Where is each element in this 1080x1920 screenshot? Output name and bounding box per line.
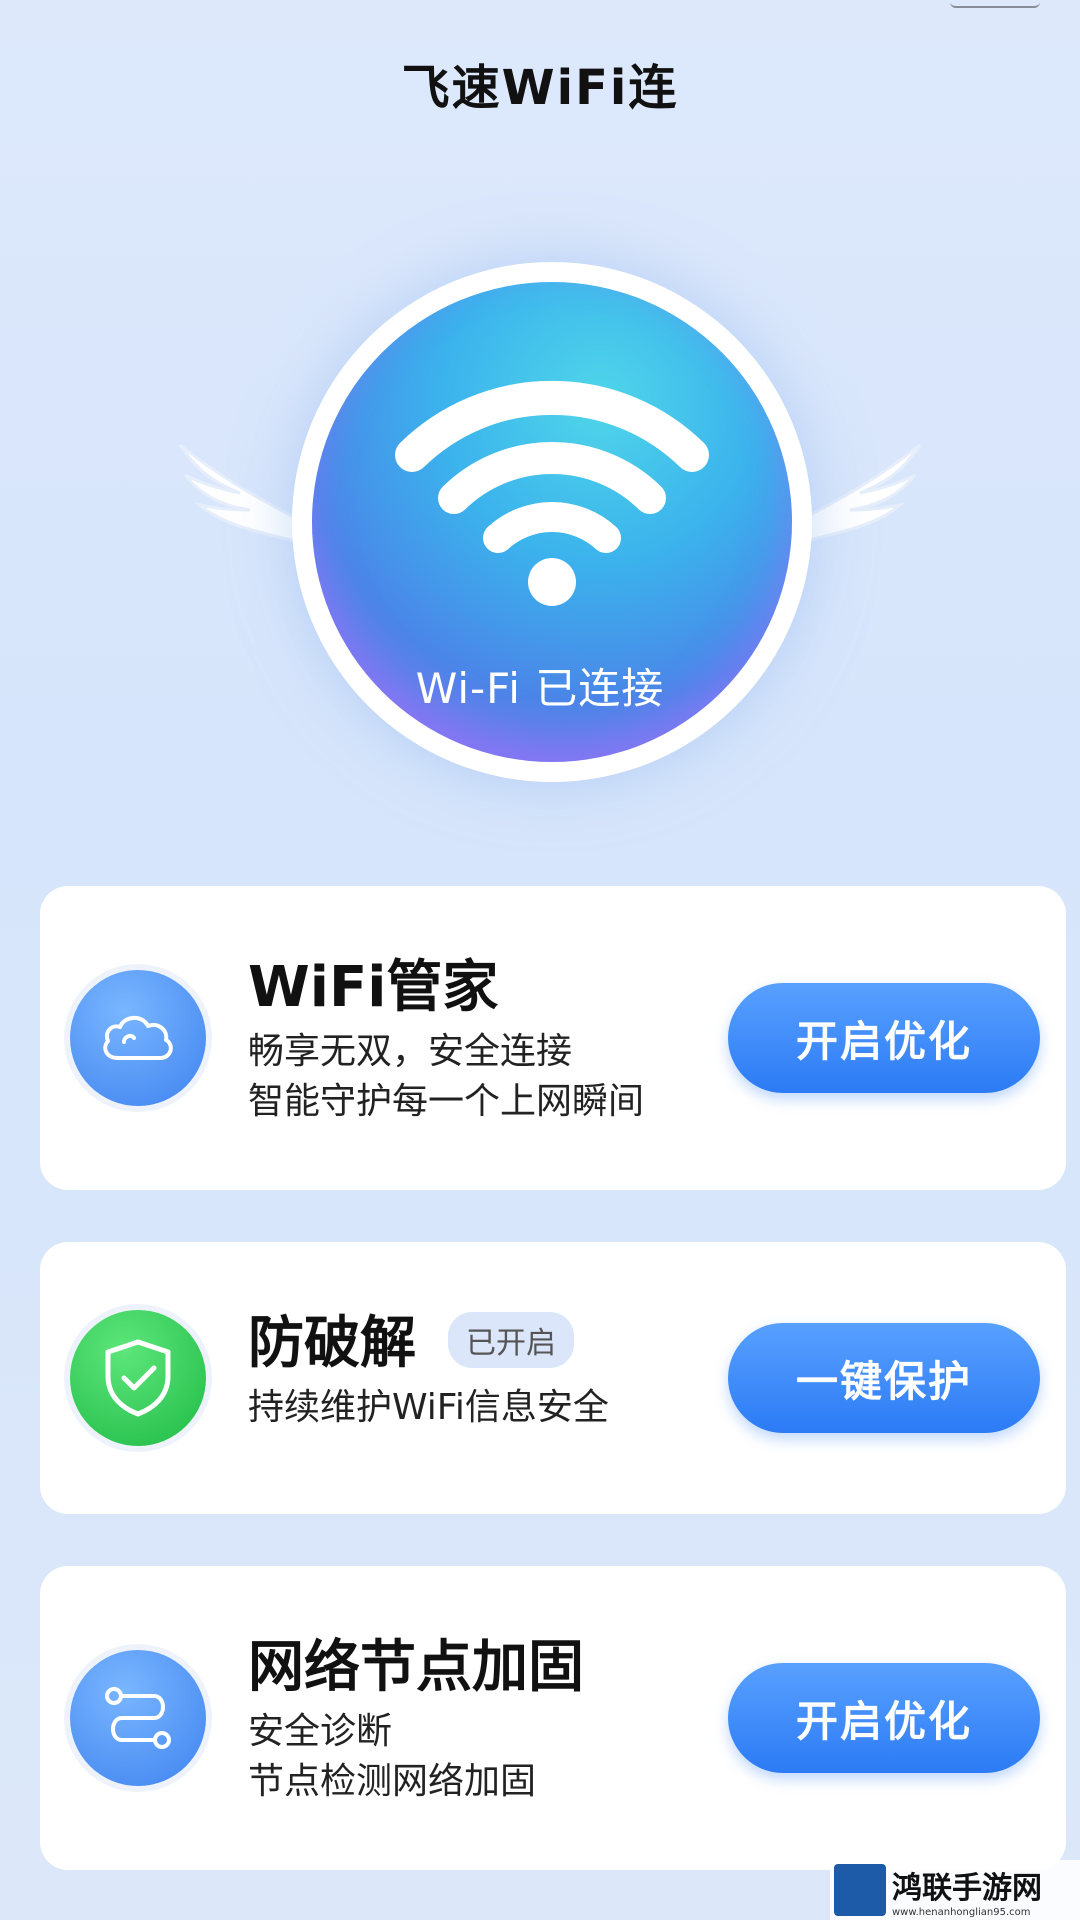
card-description-line: 节点检测网络加固: [248, 1761, 537, 1802]
card-title: WiFi管家: [248, 955, 499, 1020]
card-wifi-manager: WiFi管家 畅享无双，安全连接 智能守护每一个上网瞬间 开启优化: [40, 886, 1066, 1190]
card-title: 网络节点加固: [248, 1635, 584, 1700]
protect-button[interactable]: 一键保护: [728, 1323, 1040, 1433]
status-bar-indicator: [950, 0, 1040, 8]
optimize-button[interactable]: 开启优化: [728, 983, 1040, 1093]
status-badge: 已开启: [448, 1312, 574, 1368]
cloud-icon: [70, 970, 206, 1106]
watermark-url: www.henanhonglian95.com: [892, 1906, 1031, 1918]
watermark-name: 鸿联手游网: [892, 1870, 1042, 1906]
shield-check-icon: [70, 1310, 206, 1446]
watermark-logo-icon: [834, 1864, 886, 1916]
card-node-hardening: 网络节点加固 安全诊断 节点检测网络加固 开启优化: [40, 1566, 1066, 1870]
wifi-icon: [395, 380, 709, 606]
card-description-line: 畅享无双，安全连接: [248, 1031, 573, 1072]
card-title: 防破解: [248, 1311, 416, 1376]
card-description-line: 持续维护WiFi信息安全: [248, 1387, 609, 1428]
optimize-button[interactable]: 开启优化: [728, 1663, 1040, 1773]
route-nodes-icon: [70, 1650, 206, 1786]
connection-status-label: Wi-Fi 已连接: [415, 664, 665, 713]
watermark: 鸿联手游网 www.henanhonglian95.com: [830, 1860, 1080, 1920]
card-description-line: 安全诊断: [248, 1711, 393, 1752]
connection-hero: Wi-Fi 已连接: [0, 250, 1080, 810]
card-anti-crack: 防破解 已开启 持续维护WiFi信息安全 一键保护: [40, 1242, 1066, 1514]
app-title: 飞速WiFi连: [401, 60, 679, 116]
card-description-line: 智能守护每一个上网瞬间: [248, 1081, 645, 1122]
